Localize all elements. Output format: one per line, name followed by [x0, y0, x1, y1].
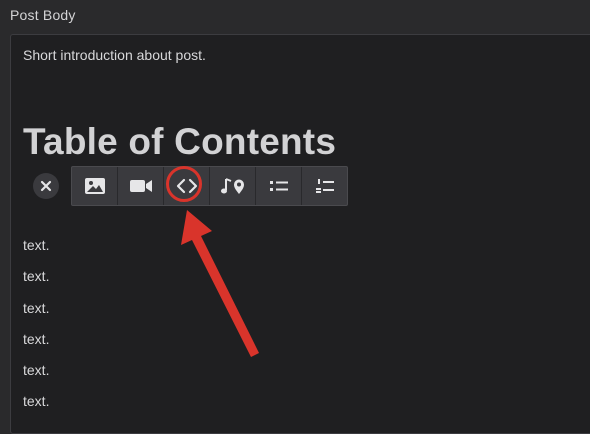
toolbar-button-group — [71, 166, 348, 206]
bullet-list-icon — [269, 181, 288, 191]
close-icon — [40, 180, 52, 192]
body-line[interactable]: text. — [23, 237, 49, 268]
insert-image-button[interactable] — [72, 167, 118, 205]
body-line[interactable]: text. — [23, 300, 49, 331]
insert-video-button[interactable] — [118, 167, 164, 205]
insert-toolbar — [31, 166, 348, 206]
body-line[interactable]: text. — [23, 393, 49, 424]
highlight-circle — [166, 166, 202, 202]
post-body-label: Post Body — [10, 7, 76, 23]
numbered-list-icon — [315, 179, 334, 193]
insert-audio-location-button[interactable] — [210, 167, 256, 205]
image-icon — [84, 178, 105, 194]
video-icon — [129, 180, 152, 192]
bullet-list-button[interactable] — [256, 167, 302, 205]
numbered-list-button[interactable] — [302, 167, 347, 205]
body-line[interactable]: text. — [23, 268, 49, 299]
body-line[interactable]: text. — [23, 362, 49, 393]
body-line[interactable]: text. — [23, 331, 49, 362]
insert-code-button[interactable] — [164, 166, 210, 205]
body-text-lines: text. text. text. text. text. text. — [23, 237, 49, 425]
intro-paragraph[interactable]: Short introduction about post. — [23, 47, 206, 63]
table-of-contents-heading[interactable]: Table of Contents — [23, 121, 336, 163]
post-body-editor[interactable]: Short introduction about post. Table of … — [10, 34, 590, 434]
close-toolbar-button[interactable] — [33, 173, 59, 199]
audio-location-icon — [220, 178, 244, 194]
